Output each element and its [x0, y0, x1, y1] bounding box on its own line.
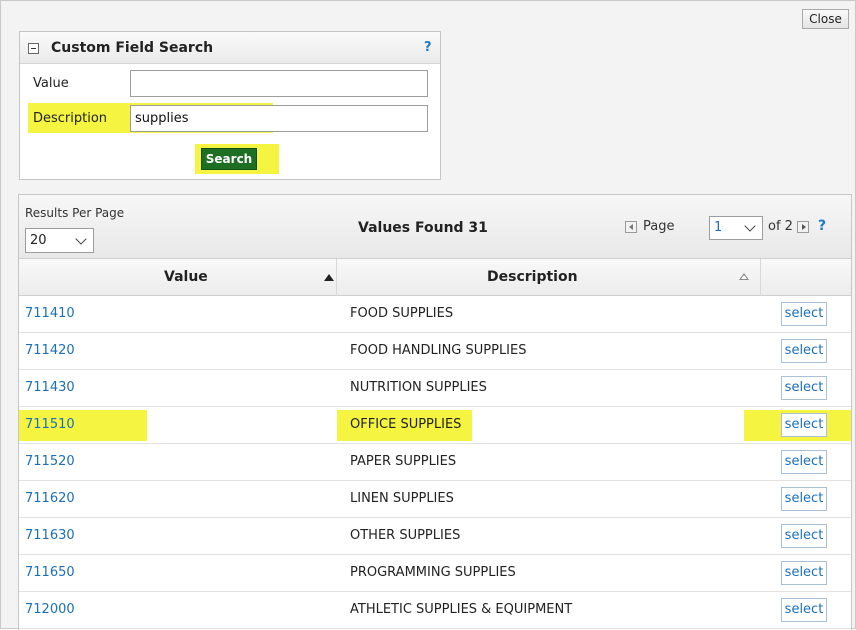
cell-description: ATHLETIC SUPPLIES & EQUIPMENT — [350, 602, 573, 617]
cell-description: LINEN SUPPLIES — [350, 491, 454, 506]
description-label: Description — [33, 111, 108, 126]
cell-value-link[interactable]: 711510 — [25, 417, 75, 432]
value-label: Value — [33, 76, 69, 91]
results-table-body: 711410 FOOD SUPPLIES select 711420 FOOD HAND… — [19, 296, 851, 629]
table-row: 711510 OFFICE SUPPLIES select — [19, 407, 851, 444]
close-button[interactable]: Close — [802, 9, 849, 29]
table-header: Value Description — [19, 259, 851, 296]
table-row: 711420 FOOD HANDLING SUPPLIES select — [19, 333, 851, 370]
cell-description: OTHER SUPPLIES — [350, 528, 461, 543]
table-row: 711410 FOOD SUPPLIES select — [19, 296, 851, 333]
results-panel: Results Per Page 20 Values Found 31 Page… — [18, 194, 852, 630]
cell-description: NUTRITION SUPPLIES — [350, 380, 487, 395]
column-header-value[interactable]: Value — [19, 259, 337, 296]
table-row: 711650 PROGRAMMING SUPPLIES select — [19, 555, 851, 592]
cell-description: FOOD SUPPLIES — [350, 306, 454, 321]
select-button[interactable]: select — [781, 524, 827, 548]
select-button[interactable]: select — [781, 339, 827, 363]
cell-description: OFFICE SUPPLIES — [350, 417, 462, 432]
cell-value-link[interactable]: 712000 — [25, 602, 75, 617]
page-label: Page — [643, 219, 675, 234]
cell-value-link[interactable]: 711420 — [25, 343, 75, 358]
search-panel-title: Custom Field Search — [51, 40, 214, 56]
column-header-description[interactable]: Description — [337, 259, 761, 296]
description-input[interactable] — [130, 105, 428, 132]
cell-value-link[interactable]: 711520 — [25, 454, 75, 469]
collapse-icon[interactable] — [28, 43, 39, 54]
prev-page-icon[interactable] — [625, 221, 637, 233]
cell-description: PROGRAMMING SUPPLIES — [350, 565, 516, 580]
cell-value-link[interactable]: 711430 — [25, 380, 75, 395]
select-button[interactable]: select — [781, 302, 827, 326]
page-count-label: of 2 — [768, 219, 793, 234]
column-header-value-label: Value — [164, 269, 208, 285]
search-button[interactable]: Search — [201, 148, 257, 170]
cell-value-link[interactable]: 711630 — [25, 528, 75, 543]
table-row: 711520 PAPER SUPPLIES select — [19, 444, 851, 481]
results-per-page-label: Results Per Page — [25, 206, 125, 220]
cell-value-link[interactable]: 711650 — [25, 565, 75, 580]
select-button[interactable]: select — [781, 487, 827, 511]
page-select[interactable]: 1 — [709, 216, 763, 240]
select-button[interactable]: select — [781, 598, 827, 622]
table-row: 712000 ATHLETIC SUPPLIES & EQUIPMENT selec… — [19, 592, 851, 629]
select-button[interactable]: select — [781, 450, 827, 474]
table-row: 711620 LINEN SUPPLIES select — [19, 481, 851, 518]
select-button[interactable]: select — [781, 413, 827, 437]
results-per-page-value: 20 — [30, 233, 47, 248]
cell-value-link[interactable]: 711620 — [25, 491, 75, 506]
select-button[interactable]: select — [781, 376, 827, 400]
select-button[interactable]: select — [781, 561, 827, 585]
chevron-down-icon — [75, 233, 87, 245]
pager: Page 1 of 2 ? — [625, 215, 850, 241]
search-panel-header: Custom Field Search ? — [20, 32, 440, 64]
column-header-description-label: Description — [487, 269, 578, 285]
next-page-icon[interactable] — [797, 221, 809, 233]
table-row: 711430 NUTRITION SUPPLIES select — [19, 370, 851, 407]
results-per-page-select[interactable]: 20 — [25, 228, 94, 253]
help-icon[interactable]: ? — [424, 40, 432, 55]
sort-icon — [739, 273, 749, 280]
cell-value-link[interactable]: 711410 — [25, 306, 75, 321]
table-row: 711630 OTHER SUPPLIES select — [19, 518, 851, 555]
values-found-count: Values Found 31 — [358, 220, 488, 236]
page-select-value: 1 — [714, 220, 723, 235]
sort-ascending-icon — [324, 274, 334, 281]
custom-field-dialog: Close Custom Field Search ? Value Descri… — [0, 0, 856, 630]
chevron-down-icon — [744, 220, 756, 232]
help-icon[interactable]: ? — [818, 218, 826, 234]
cell-description: PAPER SUPPLIES — [350, 454, 457, 469]
custom-field-search-panel: Custom Field Search ? Value Description … — [19, 31, 441, 180]
results-toolbar: Results Per Page 20 Values Found 31 Page… — [19, 195, 851, 259]
value-input[interactable] — [130, 70, 428, 97]
cell-description: FOOD HANDLING SUPPLIES — [350, 343, 527, 358]
